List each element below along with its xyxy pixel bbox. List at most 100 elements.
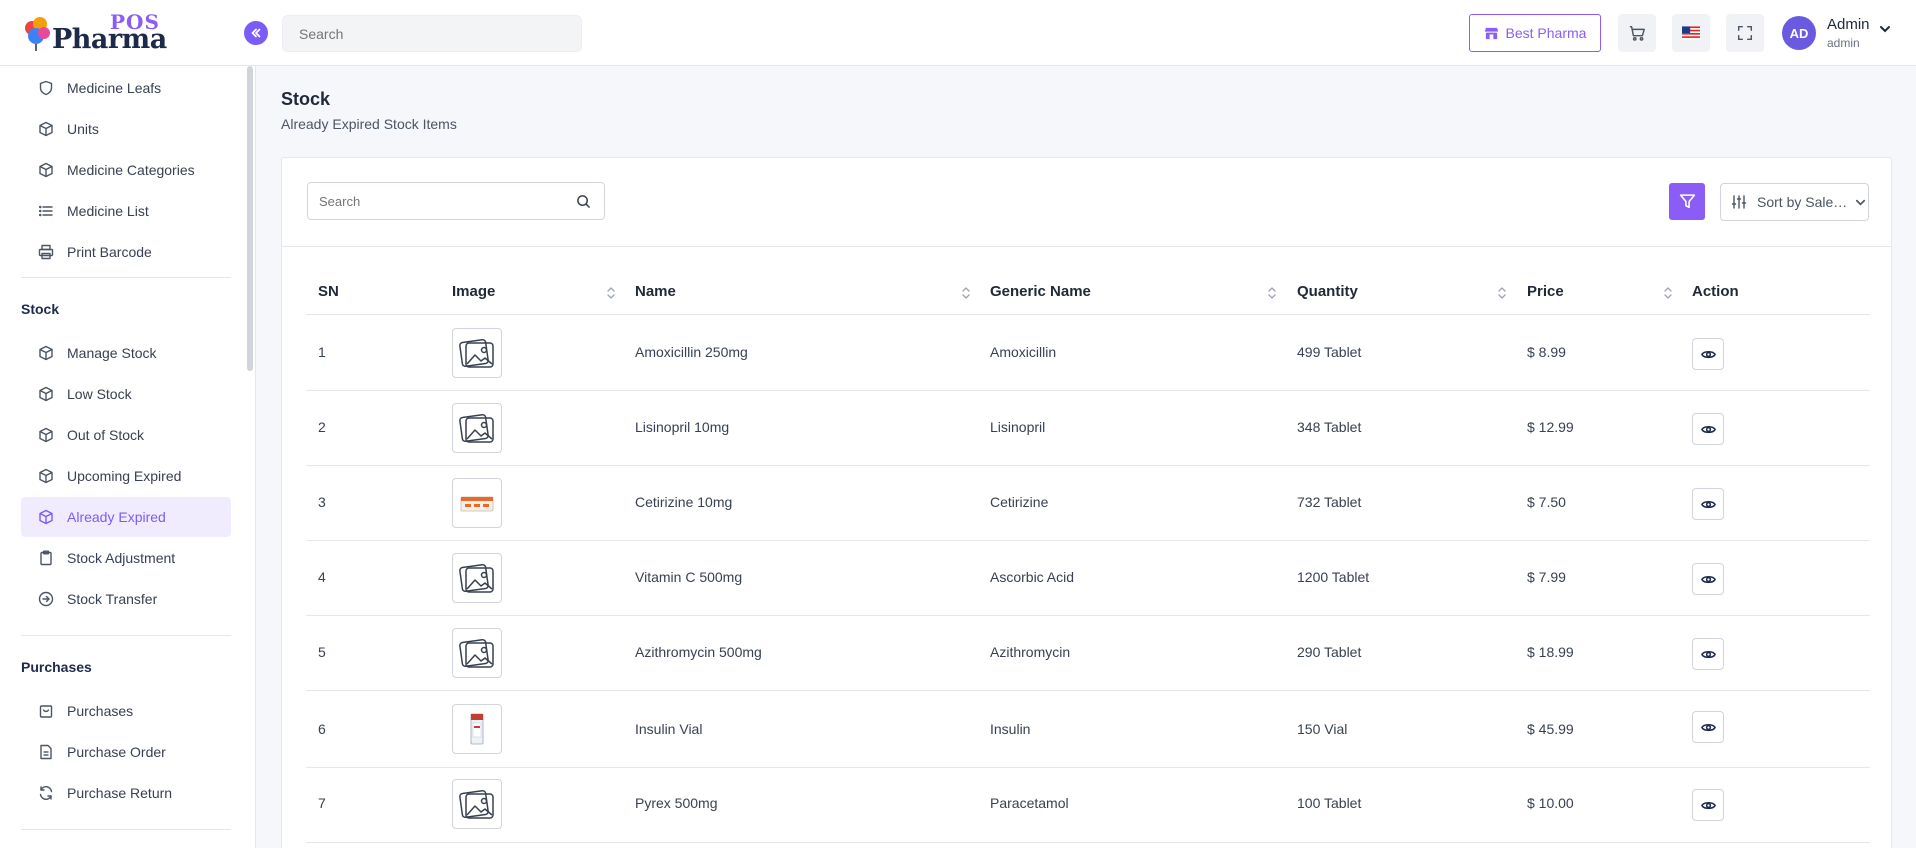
sidebar-divider <box>21 277 231 278</box>
sidebar-scrollbar[interactable] <box>247 66 253 371</box>
sidebar-item-purchase-order[interactable]: Purchase Order <box>21 732 231 772</box>
row-sn: 6 <box>318 721 326 737</box>
sort-arrows-icon[interactable] <box>1497 284 1507 302</box>
row-quantity: 499 Tablet <box>1297 344 1362 360</box>
cart-icon <box>1629 25 1645 41</box>
image-placeholder-icon <box>459 563 494 593</box>
sidebar-item-purchases[interactable]: Purchases <box>21 691 231 731</box>
row-name: Lisinopril 10mg <box>635 419 730 435</box>
user-role: admin <box>1827 36 1860 50</box>
column-header-quantity[interactable]: Quantity <box>1297 283 1358 300</box>
column-header-generic-name[interactable]: Generic Name <box>990 283 1091 300</box>
sort-arrows-icon[interactable] <box>1267 284 1277 302</box>
sidebar-item-print-barcode[interactable]: Print Barcode <box>21 232 231 272</box>
sidebar-item-label: Stock Transfer <box>67 591 158 607</box>
language-button[interactable] <box>1672 14 1710 52</box>
sidebar-item-upcoming-expired[interactable]: Upcoming Expired <box>21 456 231 496</box>
sidebar-section-stock: Stock <box>21 301 60 317</box>
chevron-down-icon[interactable] <box>1878 22 1892 36</box>
row-name: Azithromycin 500mg <box>635 644 762 660</box>
clipboard-icon <box>40 550 52 566</box>
row-name: Vitamin C 500mg <box>635 569 743 585</box>
app-logo[interactable]: POS Pharma <box>22 10 167 55</box>
sort-arrows-icon[interactable] <box>961 284 971 302</box>
sidebar-item-label: Purchase Order <box>67 744 166 760</box>
sort-select[interactable]: Sort by Sale Price <box>1720 183 1869 221</box>
row-quantity: 290 Tablet <box>1297 644 1362 660</box>
column-header-image[interactable]: Image <box>452 283 495 300</box>
search-icon[interactable] <box>576 194 591 209</box>
sidebar-item-low-stock[interactable]: Low Stock <box>21 374 231 414</box>
sidebar-item-stock-transfer[interactable]: Stock Transfer <box>21 579 231 619</box>
sidebar-item-already-expired[interactable]: Already Expired <box>21 497 231 537</box>
view-button[interactable] <box>1692 638 1724 670</box>
cube-icon <box>39 386 53 402</box>
view-button[interactable] <box>1692 789 1724 821</box>
refresh-icon <box>39 786 53 800</box>
product-box-icon <box>460 496 494 512</box>
row-generic-name: Paracetamol <box>990 795 1069 811</box>
view-button[interactable] <box>1692 711 1724 743</box>
global-search-input[interactable] <box>282 15 582 52</box>
sidebar-item-purchase-return[interactable]: Purchase Return <box>21 773 231 813</box>
table-search-input[interactable] <box>307 182 605 220</box>
sidebar-item-medicine-categories[interactable]: Medicine Categories <box>21 150 231 190</box>
fullscreen-button[interactable] <box>1726 14 1764 52</box>
cube-icon <box>39 427 53 443</box>
image-placeholder-icon <box>459 413 494 443</box>
stock-table-card: Sort by Sale Price SN Image Name Generic… <box>281 157 1892 848</box>
logo-pharma-text: Pharma <box>52 24 167 55</box>
view-button[interactable] <box>1692 563 1724 595</box>
table-row: 5 Azithromycin 500mg Azithromycin 290 Ta… <box>306 616 1870 691</box>
user-name[interactable]: Admin <box>1827 16 1870 33</box>
sidebar-item-manage-stock[interactable]: Manage Stock <box>21 333 231 373</box>
fullscreen-icon <box>1737 25 1753 41</box>
row-sn: 4 <box>318 569 326 585</box>
sidebar-item-label: Manage Stock <box>67 345 157 361</box>
sidebar-item-out-of-stock[interactable]: Out of Stock <box>21 415 231 455</box>
row-generic-name: Insulin <box>990 721 1031 737</box>
eye-icon <box>1700 425 1716 433</box>
printer-icon <box>38 244 54 260</box>
row-name: Amoxicillin 250mg <box>635 344 748 360</box>
row-sn: 2 <box>318 419 326 435</box>
product-image <box>452 478 502 528</box>
sidebar-item-medicine-list[interactable]: Medicine List <box>21 191 231 231</box>
sidebar-item-stock-adjustment[interactable]: Stock Adjustment <box>21 538 231 578</box>
row-generic-name: Cetirizine <box>990 494 1049 510</box>
filter-button[interactable] <box>1669 183 1705 220</box>
sort-arrows-icon[interactable] <box>1663 284 1673 302</box>
sidebar-item-units[interactable]: Units <box>21 109 231 149</box>
column-header-price[interactable]: Price <box>1527 283 1564 300</box>
sidebar-item-label: Medicine Leafs <box>67 80 162 96</box>
product-image <box>452 779 502 829</box>
sidebar-collapse-button[interactable] <box>244 21 268 45</box>
sidebar-divider <box>21 829 231 830</box>
row-sn: 5 <box>318 644 326 660</box>
row-sn: 7 <box>318 795 326 811</box>
product-image <box>452 553 502 603</box>
sidebar-item-medicine-leafs[interactable]: Medicine Leafs <box>21 68 231 108</box>
sidebar-item-label: Purchases <box>67 703 134 719</box>
sort-select-label: Sort by Sale Price <box>1757 194 1851 210</box>
user-avatar[interactable]: AD <box>1782 16 1816 50</box>
view-button[interactable] <box>1692 488 1724 520</box>
view-button[interactable] <box>1692 338 1724 370</box>
view-button[interactable] <box>1692 413 1724 445</box>
sidebar-item-label: Print Barcode <box>67 244 152 260</box>
bag-icon <box>39 705 53 718</box>
table-row: 1 Amoxicillin 250mg Amoxicillin 499 Tabl… <box>306 316 1870 391</box>
cube-icon <box>39 468 53 484</box>
store-button[interactable]: Best Pharma <box>1469 14 1601 52</box>
filter-icon <box>1679 194 1695 209</box>
row-name: Insulin Vial <box>635 721 703 737</box>
sidebar-item-label: Upcoming Expired <box>67 468 182 484</box>
list-icon <box>38 205 53 217</box>
cube-icon <box>39 345 53 361</box>
column-header-name[interactable]: Name <box>635 283 676 300</box>
sort-arrows-icon[interactable] <box>606 284 616 302</box>
cart-button[interactable] <box>1618 14 1656 52</box>
logo-balloons-icon <box>25 17 50 51</box>
chevron-down-icon <box>1855 199 1866 206</box>
row-price: $ 7.50 <box>1527 494 1566 510</box>
